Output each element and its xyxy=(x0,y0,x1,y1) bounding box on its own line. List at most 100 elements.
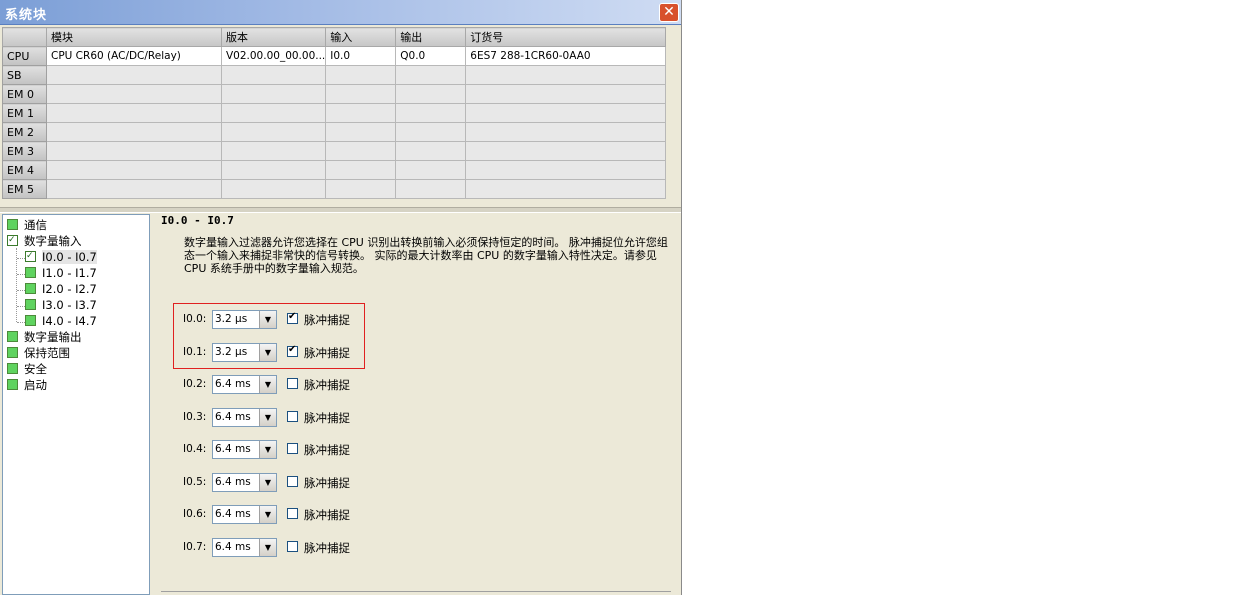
module-cell[interactable] xyxy=(46,65,222,85)
module-cell[interactable]: CPU CR60 (AC/DC/Relay) xyxy=(46,46,222,66)
module-cell[interactable] xyxy=(46,160,222,180)
table-row[interactable]: EM 4 xyxy=(2,160,667,180)
col-header-output[interactable]: 输出 xyxy=(395,27,467,47)
row-header[interactable]: SB xyxy=(2,65,47,85)
output-cell[interactable] xyxy=(395,122,467,142)
version-cell[interactable] xyxy=(220,141,327,161)
col-header-input[interactable]: 输入 xyxy=(325,27,397,47)
tree-item-i1[interactable]: I1.0 - I1.7 xyxy=(25,266,97,281)
order-number-cell[interactable] xyxy=(465,84,667,104)
module-cell[interactable] xyxy=(46,103,222,123)
output-cell[interactable]: Q0.0 xyxy=(395,46,467,66)
col-header-module[interactable]: 模块 xyxy=(46,27,222,47)
pulse-catch-checkbox[interactable] xyxy=(287,378,298,389)
pulse-catch-checkbox[interactable] xyxy=(287,344,298,357)
version-cell[interactable] xyxy=(220,179,327,199)
close-button[interactable]: ✕ xyxy=(659,3,679,22)
row-header[interactable]: EM 2 xyxy=(2,122,47,142)
chevron-down-icon[interactable]: ▼ xyxy=(259,344,276,361)
output-cell[interactable] xyxy=(395,179,467,199)
output-cell[interactable] xyxy=(395,141,467,161)
output-cell[interactable] xyxy=(395,160,467,180)
filter-time-select[interactable]: 6.4 ms ▼ xyxy=(212,505,277,524)
table-row[interactable]: EM 0 xyxy=(2,84,667,104)
table-row[interactable]: EM 1 xyxy=(2,103,667,123)
tree-item-digital-input[interactable]: 数字量输入 xyxy=(7,233,82,249)
col-header-version[interactable]: 版本 xyxy=(220,27,327,47)
table-row[interactable]: EM 5 xyxy=(2,179,667,199)
tree-item-i2[interactable]: I2.0 - I2.7 xyxy=(25,282,97,297)
row-header[interactable]: EM 1 xyxy=(2,103,47,123)
chevron-down-icon[interactable]: ▼ xyxy=(259,311,276,328)
pulse-catch-checkbox[interactable] xyxy=(287,311,298,324)
version-cell[interactable] xyxy=(220,84,327,104)
tree-item-i4[interactable]: I4.0 - I4.7 xyxy=(25,314,97,329)
table-row[interactable]: CPU CPU CR60 (AC/DC/Relay) V02.00.00_00.… xyxy=(2,46,667,66)
input-cell[interactable]: I0.0 xyxy=(325,46,397,66)
tree-item-comm[interactable]: 通信 xyxy=(7,218,47,233)
output-cell[interactable] xyxy=(395,65,467,85)
filter-time-select[interactable]: 3.2 µs ▼ xyxy=(212,343,277,362)
chevron-down-icon[interactable]: ▼ xyxy=(259,409,276,426)
version-cell[interactable] xyxy=(220,103,327,123)
pulse-catch-checkbox[interactable] xyxy=(287,476,298,487)
row-header[interactable]: CPU xyxy=(2,46,47,66)
table-row[interactable]: EM 2 xyxy=(2,122,667,142)
filter-time-select[interactable]: 6.4 ms ▼ xyxy=(212,473,277,492)
pulse-catch-checkbox[interactable] xyxy=(287,411,298,422)
module-cell[interactable] xyxy=(46,141,222,161)
table-row[interactable]: EM 3 xyxy=(2,141,667,161)
input-cell[interactable] xyxy=(325,141,397,161)
version-cell[interactable] xyxy=(220,65,327,85)
tree-node-icon xyxy=(25,283,36,294)
order-number-cell[interactable] xyxy=(465,122,667,142)
module-cell[interactable] xyxy=(46,84,222,104)
order-number-cell[interactable] xyxy=(465,141,667,161)
tree-item-security[interactable]: 安全 xyxy=(7,362,47,377)
chevron-down-icon[interactable]: ▼ xyxy=(259,539,276,556)
version-cell[interactable]: V02.00.00_00.00... xyxy=(220,46,327,66)
input-cell[interactable] xyxy=(325,65,397,85)
table-row[interactable]: SB xyxy=(2,65,667,85)
row-header[interactable]: EM 4 xyxy=(2,160,47,180)
filter-time-select[interactable]: 6.4 ms ▼ xyxy=(212,408,277,427)
filter-time-select[interactable]: 3.2 µs ▼ xyxy=(212,310,277,329)
chevron-down-icon[interactable]: ▼ xyxy=(259,376,276,393)
pulse-catch-checkbox[interactable] xyxy=(287,443,298,454)
col-header-order-number[interactable]: 订货号 xyxy=(465,27,667,47)
tree-item-retentive-range[interactable]: 保持范围 xyxy=(7,346,70,361)
input-cell[interactable] xyxy=(325,179,397,199)
pulse-catch-checkbox[interactable] xyxy=(287,508,298,519)
row-header[interactable]: EM 0 xyxy=(2,84,47,104)
filter-time-select[interactable]: 6.4 ms ▼ xyxy=(212,538,277,557)
input-cell[interactable] xyxy=(325,84,397,104)
tree-item-digital-output[interactable]: 数字量输出 xyxy=(7,330,82,345)
pulse-catch-checkbox[interactable] xyxy=(287,541,298,552)
title-bar[interactable]: 系统块 ✕ xyxy=(0,0,681,25)
tree-item-i0[interactable]: I0.0 - I0.7 xyxy=(25,249,97,265)
input-cell[interactable] xyxy=(325,122,397,142)
version-cell[interactable] xyxy=(220,122,327,142)
tree-item-startup[interactable]: 启动 xyxy=(7,378,47,393)
order-number-cell[interactable]: 6ES7 288-1CR60-0AA0 xyxy=(465,46,667,66)
chevron-down-icon[interactable]: ▼ xyxy=(259,474,276,491)
tree-node-icon xyxy=(7,363,18,374)
module-cell[interactable] xyxy=(46,179,222,199)
order-number-cell[interactable] xyxy=(465,160,667,180)
input-cell[interactable] xyxy=(325,103,397,123)
chevron-down-icon[interactable]: ▼ xyxy=(259,506,276,523)
order-number-cell[interactable] xyxy=(465,65,667,85)
filter-time-select[interactable]: 6.4 ms ▼ xyxy=(212,440,277,459)
chevron-down-icon[interactable]: ▼ xyxy=(259,441,276,458)
row-header[interactable]: EM 5 xyxy=(2,179,47,199)
filter-time-select[interactable]: 6.4 ms ▼ xyxy=(212,375,277,394)
output-cell[interactable] xyxy=(395,103,467,123)
order-number-cell[interactable] xyxy=(465,179,667,199)
row-header[interactable]: EM 3 xyxy=(2,141,47,161)
output-cell[interactable] xyxy=(395,84,467,104)
order-number-cell[interactable] xyxy=(465,103,667,123)
module-cell[interactable] xyxy=(46,122,222,142)
tree-item-i3[interactable]: I3.0 - I3.7 xyxy=(25,298,97,313)
input-cell[interactable] xyxy=(325,160,397,180)
version-cell[interactable] xyxy=(220,160,327,180)
